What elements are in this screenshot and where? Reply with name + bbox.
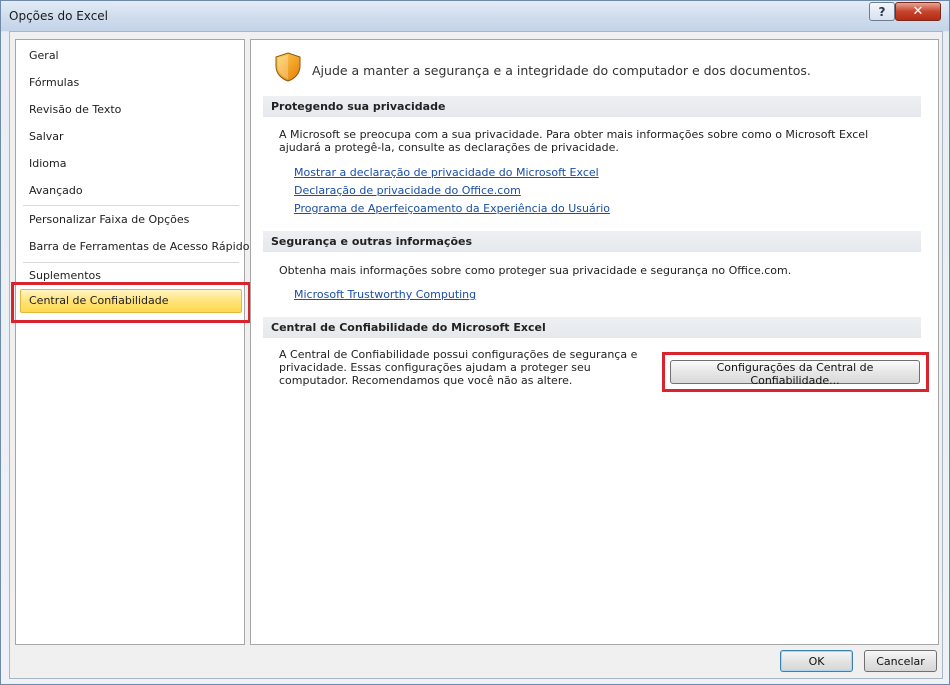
link-trustworthy-computing[interactable]: Microsoft Trustworthy Computing	[294, 288, 476, 301]
link-privacy-office-com[interactable]: Declaração de privacidade do Office.com	[294, 184, 521, 197]
help-button[interactable]: ?	[869, 2, 895, 21]
window-title: Opções do Excel	[9, 9, 109, 23]
nav-divider	[23, 205, 239, 206]
intro-text: Ajude a manter a segurança e a integrida…	[312, 63, 811, 78]
options-nav: Geral Fórmulas Revisão de Texto Salvar I…	[11, 39, 251, 645]
nav-item-revisao-de-texto[interactable]: Revisão de Texto	[29, 100, 121, 120]
nav-item-salvar[interactable]: Salvar	[29, 127, 64, 147]
trust-center-text: A Central de Confiabilidade possui confi…	[279, 348, 638, 387]
section-header-privacy: Protegendo sua privacidade	[263, 96, 921, 117]
nav-item-avancado[interactable]: Avançado	[29, 181, 83, 201]
dialog-body: Geral Fórmulas Revisão de Texto Salvar I…	[9, 31, 943, 679]
nav-item-barra-acesso-rapido[interactable]: Barra de Ferramentas de Acesso Rápido	[29, 237, 249, 257]
section-header-trust-center: Central de Confiabilidade do Microsoft E…	[263, 317, 921, 338]
link-privacy-statement-excel[interactable]: Mostrar a declaração de privacidade do M…	[294, 166, 599, 179]
security-text: Obtenha mais informações sobre como prot…	[279, 264, 792, 277]
excel-options-dialog: Opções do Excel ? ✕ Geral Fórmulas Revis…	[0, 0, 950, 685]
nav-item-formulas[interactable]: Fórmulas	[29, 73, 79, 93]
highlight-box-nav	[11, 282, 251, 323]
nav-divider	[23, 262, 239, 263]
nav-item-idioma[interactable]: Idioma	[29, 154, 66, 174]
close-button[interactable]: ✕	[895, 2, 941, 21]
ok-button[interactable]: OK	[780, 650, 853, 672]
nav-item-personalizar-faixa[interactable]: Personalizar Faixa de Opções	[29, 210, 189, 230]
section-header-security: Segurança e outras informações	[263, 231, 921, 252]
link-ceip[interactable]: Programa de Aperfeiçoamento da Experiênc…	[294, 202, 610, 215]
title-bar: Opções do Excel ? ✕	[1, 1, 949, 31]
nav-item-geral[interactable]: Geral	[29, 46, 59, 66]
trust-center-panel: Ajude a manter a segurança e a integrida…	[250, 39, 939, 645]
shield-icon	[275, 52, 301, 82]
highlight-box-button	[662, 352, 929, 392]
privacy-text: A Microsoft se preocupa com a sua privac…	[279, 128, 869, 154]
cancel-button[interactable]: Cancelar	[864, 650, 937, 672]
